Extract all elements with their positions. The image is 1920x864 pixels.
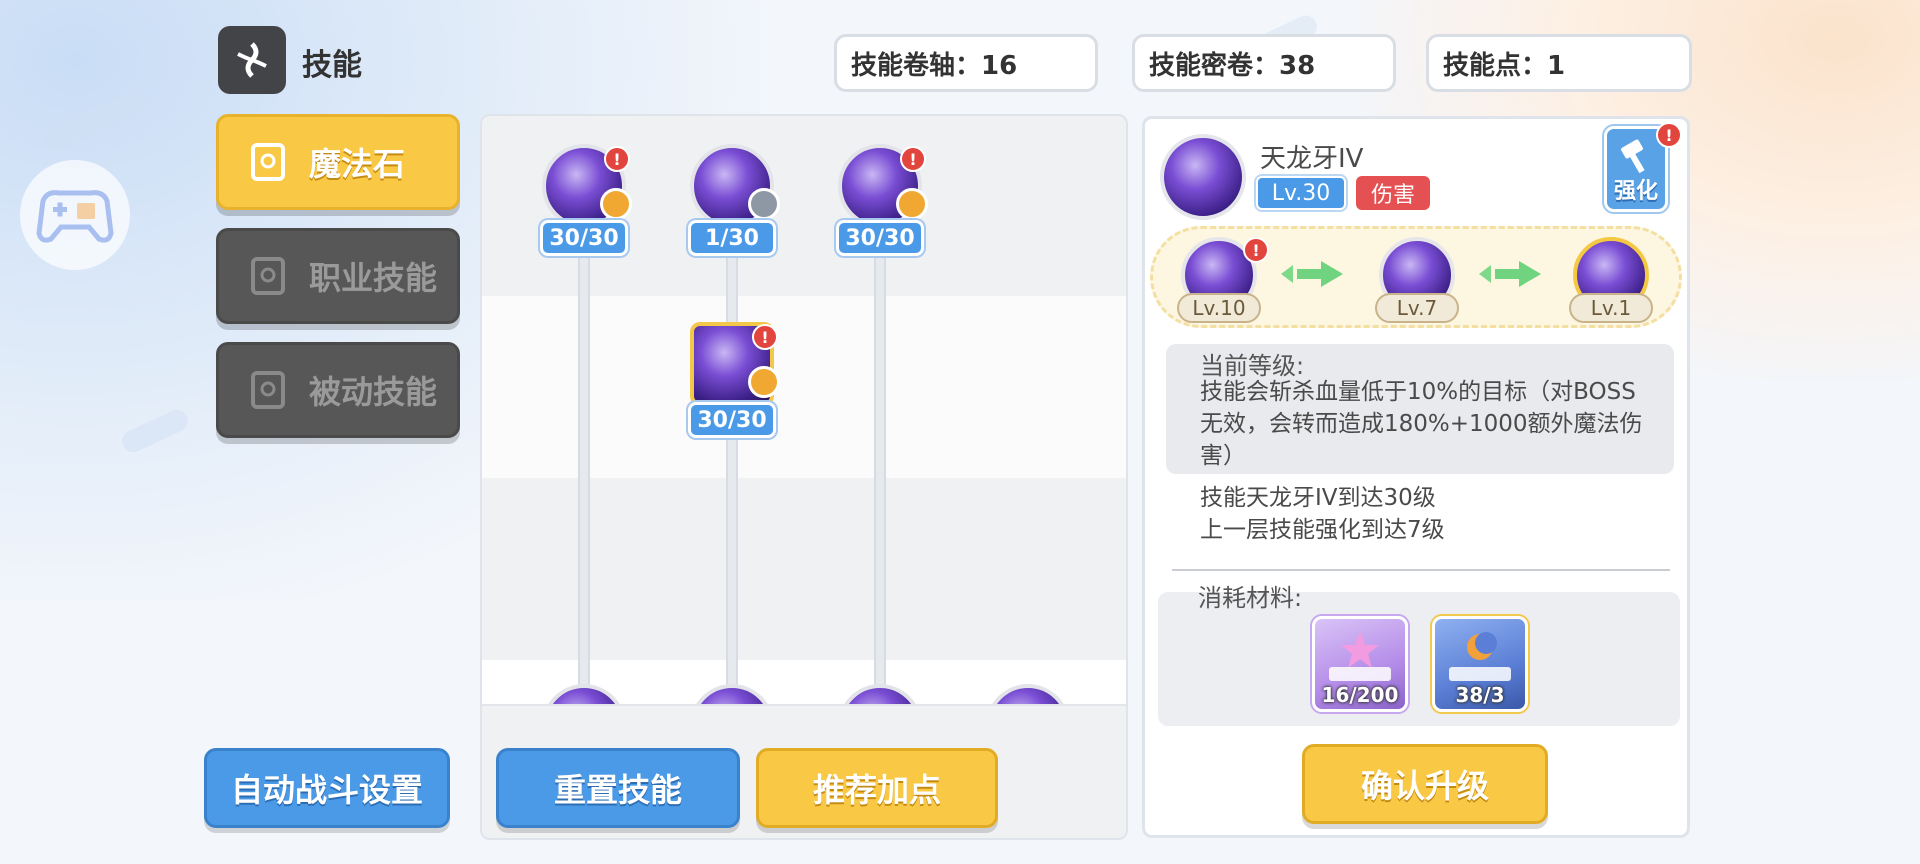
reset-skills-button[interactable]: 重置技能 <box>496 748 740 828</box>
page-title: 技能 <box>302 48 362 83</box>
material-count: 38/3 <box>1455 683 1505 707</box>
skill-name: 天龙牙IV <box>1260 144 1364 174</box>
chain-level: Lv.7 <box>1375 293 1459 323</box>
moon-book-icon <box>1449 632 1511 681</box>
tab-passive-skills[interactable]: 被动技能 <box>216 342 460 438</box>
chain-level: Lv.1 <box>1569 293 1653 323</box>
requirement-text: 上一层技能强化到达7级 <box>1200 517 1445 543</box>
skill-level-pill: 30/30 <box>540 220 628 256</box>
material-count: 16/200 <box>1321 683 1399 707</box>
current-level-desc: 无效，会转而造成180%+1000额外魔法伤 <box>1200 411 1643 437</box>
material-secret-book[interactable]: 38/3 <box>1432 616 1528 712</box>
alert-badge: ! <box>604 146 630 172</box>
skill-level-pill: 30/30 <box>688 402 776 438</box>
book-icon <box>251 371 285 409</box>
hammer-icon <box>1621 139 1645 173</box>
current-level-desc: 技能会斩杀血量低于10%的目标（对BOSS <box>1200 379 1636 405</box>
alert-badge: ! <box>752 324 778 350</box>
book-icon <box>251 257 285 295</box>
alert-badge: ! <box>900 146 926 172</box>
locked-badge-icon <box>748 188 780 220</box>
skill-section-icon <box>218 26 286 94</box>
upgrade-badge-icon <box>896 188 928 220</box>
requirement-text: 技能天龙牙IV到达30级 <box>1200 485 1436 511</box>
book-icon <box>251 143 285 181</box>
upgrade-badge-icon <box>600 188 632 220</box>
upgrade-badge-icon <box>748 366 780 398</box>
selected-skill-icon <box>1160 134 1246 220</box>
tab-label: 被动技能 <box>309 373 438 411</box>
skill-type-tag: 伤害 <box>1356 176 1430 210</box>
skill-level-pill: 1/30 <box>688 220 776 256</box>
skill-tree-panel: ! 30/30 1/30 ! 30/30 ! 30/30 <box>480 114 1128 840</box>
skill-points-counter: 技能点：1 <box>1426 34 1692 92</box>
tab-magic-stone[interactable]: 魔法石 <box>216 114 460 210</box>
material-magic-book[interactable]: 16/200 <box>1312 616 1408 712</box>
current-level-desc: 害） <box>1200 443 1246 469</box>
alert-badge: ! <box>1656 122 1682 148</box>
skill-secret-scroll-counter: 技能密卷：38 <box>1132 34 1396 92</box>
alert-badge: ! <box>1243 237 1269 263</box>
tab-label: 职业技能 <box>309 259 438 297</box>
gamepad-icon[interactable] <box>20 160 130 270</box>
chain-level: Lv.10 <box>1177 293 1261 323</box>
confirm-upgrade-button[interactable]: 确认升级 <box>1302 744 1548 824</box>
arrow-right-icon <box>1281 261 1343 287</box>
materials-label: 消耗材料: <box>1198 584 1303 612</box>
skill-level-tag: Lv.30 <box>1256 176 1346 210</box>
arrow-right-icon <box>1479 261 1541 287</box>
recommend-points-button[interactable]: 推荐加点 <box>756 748 998 828</box>
skill-level-pill: 30/30 <box>836 220 924 256</box>
skill-scroll-counter: 技能卷轴：16 <box>834 34 1098 92</box>
enhance-label: 强化 <box>1613 179 1658 204</box>
star-book-icon <box>1329 631 1391 681</box>
divider <box>1172 569 1670 571</box>
tab-label: 魔法石 <box>309 145 406 183</box>
skill-detail-panel <box>1142 116 1690 838</box>
tab-class-skills[interactable]: 职业技能 <box>216 228 460 324</box>
auto-battle-settings-button[interactable]: 自动战斗设置 <box>204 748 450 828</box>
enhance-chain: ! Lv.10 Lv.7 Lv.1 <box>1150 226 1682 328</box>
